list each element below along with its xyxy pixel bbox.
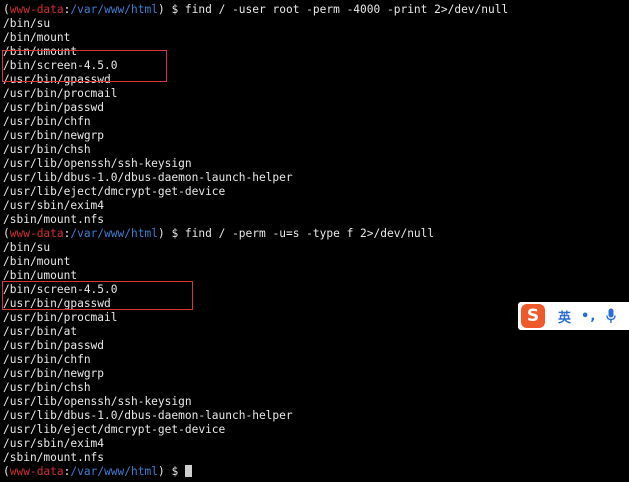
output-line: /usr/lib/dbus-1.0/dbus-daemon-launch-hel… (3, 171, 293, 184)
output-line: /usr/bin/passwd (3, 101, 105, 114)
prompt-path: /var/www/html (70, 3, 158, 16)
sogou-logo-icon[interactable]: S (521, 304, 545, 328)
output-line: /usr/bin/passwd (3, 339, 105, 352)
output-line: /usr/bin/chfn (3, 115, 91, 128)
output-line: /bin/mount (3, 31, 71, 44)
microphone-icon[interactable] (606, 308, 616, 324)
output-line: /usr/bin/chsh (3, 381, 91, 394)
prompt-user: www-data (9, 3, 64, 16)
output-block-1: /bin/su /bin/mount /bin/umount /bin/scre… (3, 17, 629, 227)
command-text: find / -user root -perm -4000 -print 2>/… (184, 3, 509, 16)
output-line: /usr/lib/openssh/ssh-keysign (3, 395, 192, 408)
output-line: /usr/lib/eject/dmcrypt-get-device (3, 423, 226, 436)
output-line: /usr/lib/dbus-1.0/dbus-daemon-launch-hel… (3, 409, 293, 422)
prompt-path: /var/www/html (70, 465, 158, 478)
prompt-user: www-data (9, 465, 64, 478)
output-line: /usr/sbin/exim4 (3, 199, 105, 212)
command-text: find / -perm -u=s -type f 2>/dev/null (184, 227, 435, 240)
command-line-1: (www-data:/var/www/html) $ find / -user … (3, 3, 509, 16)
output-line: /bin/umount (3, 269, 78, 282)
output-line: /usr/bin/newgrp (3, 129, 105, 142)
output-line: /sbin/mount.nfs (3, 451, 105, 464)
output-line: /bin/screen-4.5.0 (3, 59, 118, 72)
output-line: /usr/lib/openssh/ssh-keysign (3, 157, 192, 170)
prompt-user: www-data (9, 227, 64, 240)
ime-toolbar[interactable]: S 英 •, (518, 302, 629, 330)
output-line: /bin/umount (3, 45, 78, 58)
output-line: /sbin/mount.nfs (3, 213, 105, 226)
output-line: /usr/bin/gpasswd (3, 73, 111, 86)
output-block-2: /bin/su /bin/mount /bin/umount /bin/scre… (3, 241, 629, 465)
output-line: /bin/mount (3, 255, 71, 268)
ime-language-toggle[interactable]: 英 (558, 307, 571, 326)
active-prompt-line[interactable]: (www-data:/var/www/html) $ (3, 465, 629, 479)
terminal-output[interactable]: (www-data:/var/www/html) $ find / -user … (3, 3, 629, 479)
output-line: /bin/su (3, 17, 51, 30)
output-line: /usr/bin/procmail (3, 87, 118, 100)
prompt-path: /var/www/html (70, 227, 158, 240)
output-line: /usr/bin/newgrp (3, 367, 105, 380)
output-line: /usr/bin/chsh (3, 143, 91, 156)
output-line: /usr/sbin/exim4 (3, 437, 105, 450)
output-line: /usr/lib/eject/dmcrypt-get-device (3, 185, 226, 198)
output-line: /bin/su (3, 241, 51, 254)
ime-punctuation-toggle[interactable]: •, (581, 309, 596, 324)
command-line-2: (www-data:/var/www/html) $ find / -perm … (3, 227, 435, 240)
text-cursor (184, 465, 192, 477)
output-line: /usr/bin/chfn (3, 353, 91, 366)
output-line: /bin/screen-4.5.0 (3, 283, 118, 296)
